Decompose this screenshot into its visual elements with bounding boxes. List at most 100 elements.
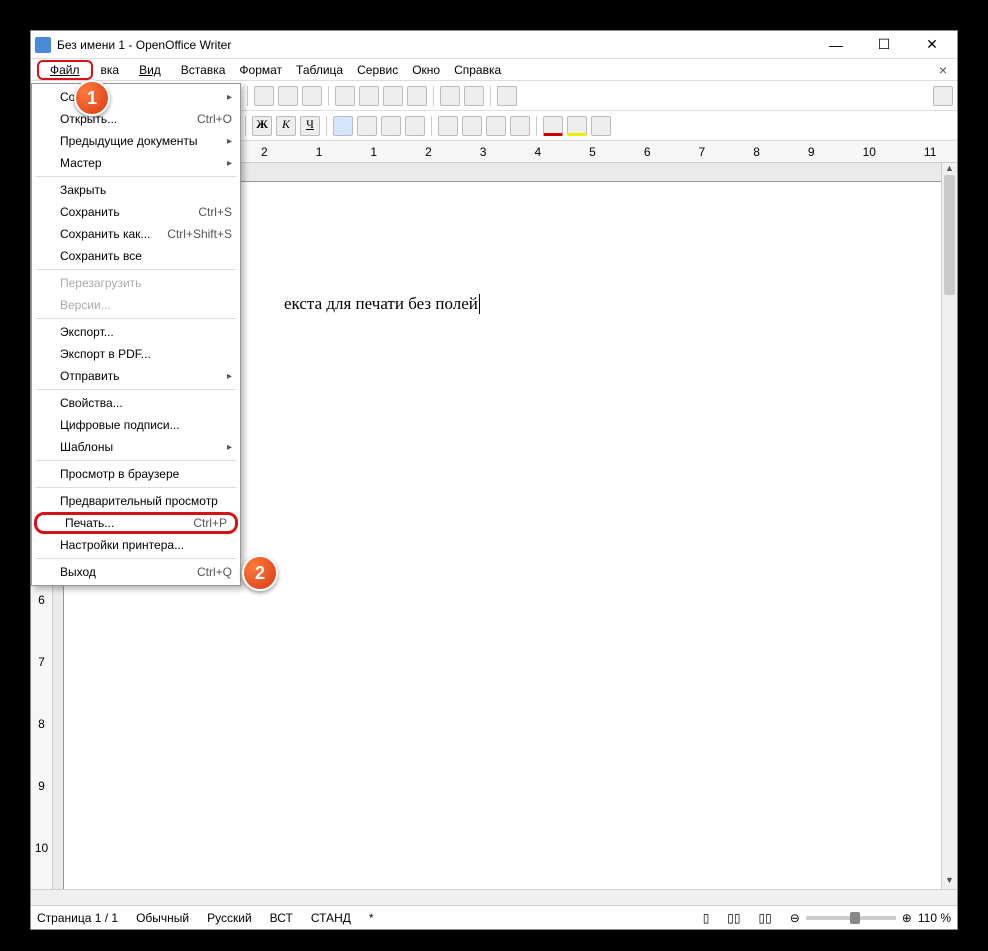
menu-item--[interactable]: Создать▸ <box>32 86 240 108</box>
titlebar: Без имени 1 - OpenOffice Writer — ☐ ✕ <box>31 31 957 59</box>
menu-item--[interactable]: СохранитьCtrl+S <box>32 201 240 223</box>
view-layout-book-icon[interactable]: ▯▯ <box>759 911 772 925</box>
view-layout-single-icon[interactable]: ▯ <box>703 911 710 925</box>
menu-item-label: Сохранить как... <box>60 227 167 241</box>
menu-item--[interactable]: Печать...Ctrl+P <box>34 512 238 534</box>
menu-format[interactable]: Формат <box>233 61 288 79</box>
menu-item-label: Экспорт в PDF... <box>60 347 232 361</box>
draw-icon[interactable] <box>302 86 322 106</box>
hyperlink-icon[interactable] <box>254 86 274 106</box>
scroll-thumb[interactable] <box>944 175 955 295</box>
menu-item-icon <box>36 465 54 483</box>
menu-item-icon <box>36 154 54 172</box>
document-text[interactable]: екста для печати без полей <box>284 294 480 314</box>
menu-item-icon <box>36 345 54 363</box>
menu-window[interactable]: Окно <box>406 61 446 79</box>
menu-item-label: Предварительный просмотр <box>60 494 232 508</box>
nonprinting-icon[interactable] <box>440 86 460 106</box>
file-menu-dropdown: Создать▸Открыть...Ctrl+OПредыдущие докум… <box>31 83 241 586</box>
menu-item--[interactable]: Закрыть <box>32 179 240 201</box>
decrease-indent-button[interactable] <box>486 116 506 136</box>
italic-button[interactable]: К <box>276 116 296 136</box>
increase-indent-button[interactable] <box>510 116 530 136</box>
menu-item-icon <box>36 367 54 385</box>
highlight-color-button[interactable] <box>567 116 587 136</box>
minimize-button[interactable]: — <box>821 35 851 55</box>
toolbar-overflow-icon[interactable] <box>933 86 953 106</box>
horizontal-scrollbar[interactable] <box>31 889 957 905</box>
submenu-arrow-icon: ▸ <box>227 371 232 382</box>
menu-help[interactable]: Справка <box>448 61 507 79</box>
menu-item-label: Цифровые подписи... <box>60 418 232 432</box>
menu-item-label: Экспорт... <box>60 325 232 339</box>
menu-item-icon <box>36 274 54 292</box>
menu-item-icon <box>41 514 59 532</box>
status-page: Страница 1 / 1 <box>37 911 118 925</box>
menu-item--[interactable]: Просмотр в браузере <box>32 463 240 485</box>
submenu-arrow-icon: ▸ <box>227 136 232 147</box>
menu-item-label: Закрыть <box>60 183 232 197</box>
close-button[interactable]: ✕ <box>917 35 947 55</box>
table-icon[interactable] <box>278 86 298 106</box>
navigator-icon[interactable] <box>359 86 379 106</box>
align-justify-button[interactable] <box>405 116 425 136</box>
menu-item-icon <box>36 181 54 199</box>
menu-item--[interactable]: Сохранить все <box>32 245 240 267</box>
align-left-button[interactable] <box>333 116 353 136</box>
zoom-slider[interactable]: ⊖ ⊕ 110 % <box>790 911 951 925</box>
submenu-arrow-icon: ▸ <box>227 442 232 453</box>
status-style[interactable]: Обычный <box>136 911 189 925</box>
status-insert[interactable]: ВСТ <box>270 911 293 925</box>
close-document-button[interactable]: × <box>935 62 951 78</box>
menu-item-label: Версии... <box>60 298 232 312</box>
datasource-icon[interactable] <box>407 86 427 106</box>
menu-item--[interactable]: Отправить▸ <box>32 365 240 387</box>
bullet-list-button[interactable] <box>462 116 482 136</box>
zoom-out-icon[interactable]: ⊖ <box>790 911 800 925</box>
menu-item--pdf-[interactable]: Экспорт в PDF... <box>32 343 240 365</box>
annotation-2: 2 <box>242 555 278 591</box>
gallery-icon[interactable] <box>383 86 403 106</box>
font-color-button[interactable] <box>543 116 563 136</box>
numbered-list-button[interactable] <box>438 116 458 136</box>
menu-file[interactable]: Файл <box>37 60 93 80</box>
zoom-in-icon[interactable]: ⊕ <box>902 911 912 925</box>
bold-button[interactable]: Ж <box>252 116 272 136</box>
menu-table[interactable]: Таблица <box>290 61 349 79</box>
menu-item--[interactable]: Открыть...Ctrl+O <box>32 108 240 130</box>
menu-insert[interactable]: Вставка <box>175 61 232 79</box>
menu-item--[interactable]: Мастер▸ <box>32 152 240 174</box>
status-selection[interactable]: СТАНД <box>311 911 351 925</box>
zoom-icon[interactable] <box>464 86 484 106</box>
status-language[interactable]: Русский <box>207 911 252 925</box>
scroll-down-arrow[interactable]: ▼ <box>942 875 957 889</box>
zoom-value[interactable]: 110 % <box>918 911 951 925</box>
menu-item--[interactable]: Настройки принтера... <box>32 534 240 556</box>
menu-item--[interactable]: Предыдущие документы▸ <box>32 130 240 152</box>
menu-view[interactable]: Вид <box>127 61 173 79</box>
menu-item-icon <box>36 88 54 106</box>
menu-item--[interactable]: Свойства... <box>32 392 240 414</box>
menu-item-icon <box>36 492 54 510</box>
menu-item--[interactable]: Предварительный просмотр <box>32 490 240 512</box>
menu-tools[interactable]: Сервис <box>351 61 404 79</box>
find-icon[interactable] <box>335 86 355 106</box>
menu-item-label: Сохранить все <box>60 249 232 263</box>
menu-item--[interactable]: Экспорт... <box>32 321 240 343</box>
menu-item--[interactable]: ВыходCtrl+Q <box>32 561 240 583</box>
menu-item--[interactable]: Сохранить как...Ctrl+Shift+S <box>32 223 240 245</box>
menu-item-label: Настройки принтера... <box>60 538 232 552</box>
menu-item--: Версии... <box>32 294 240 316</box>
align-center-button[interactable] <box>357 116 377 136</box>
view-layout-auto-icon[interactable]: ▯▯ <box>727 911 740 925</box>
align-right-button[interactable] <box>381 116 401 136</box>
help-icon[interactable] <box>497 86 517 106</box>
maximize-button[interactable]: ☐ <box>869 35 899 55</box>
menu-item--[interactable]: Цифровые подписи... <box>32 414 240 436</box>
underline-button[interactable]: Ч <box>300 116 320 136</box>
menu-item-shortcut: Ctrl+O <box>197 112 232 126</box>
menu-edit[interactable]: вка <box>95 61 126 79</box>
vertical-scrollbar[interactable]: ▲ ▼ <box>941 163 957 889</box>
background-color-button[interactable] <box>591 116 611 136</box>
menu-item--[interactable]: Шаблоны▸ <box>32 436 240 458</box>
